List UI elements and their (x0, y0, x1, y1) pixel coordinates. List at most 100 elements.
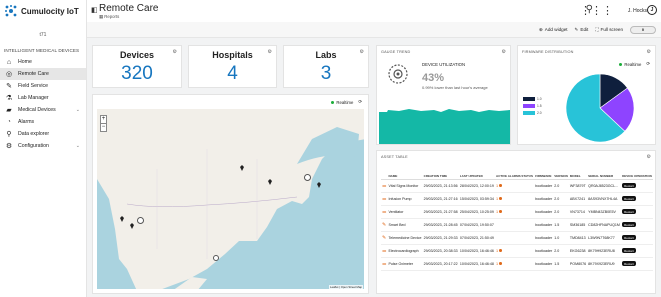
gear-icon[interactable]: ⚙ (647, 49, 651, 55)
widget-title: FIRMWARE DISTRIBUTION (522, 50, 574, 54)
col-firmware[interactable]: FIRMWARE (534, 163, 554, 180)
cell-model: ABX7241 (568, 192, 588, 206)
table-row[interactable]: ⚌ Infusion Pump 29/03/2023, 21:27:16 15/04/… (381, 192, 653, 206)
cell-name[interactable]: Electrocardiograph (387, 244, 423, 258)
zoom-out-button[interactable]: − (101, 124, 106, 131)
col-model[interactable]: MODEL (568, 163, 588, 180)
realtime-toggle[interactable]: Realtime ⟳ (619, 61, 650, 67)
sidebar-item-field-service[interactable]: ✎ Field Service (0, 80, 86, 92)
cell-firmware: bootloader (534, 244, 554, 258)
sidebar-item-medical-devices[interactable]: ▰ Medical Devices ⌄ (0, 104, 86, 116)
table-row[interactable]: ✎ Smart Bed 29/03/2023, 21:28:45 07/04/2023… (381, 218, 653, 232)
data-explorer-icon: ⚲ (6, 131, 12, 138)
col-alarms[interactable]: ACTIVE ALARMS STATUS (495, 163, 535, 180)
legend-item: 1.0 (523, 97, 542, 101)
map-pin-icon[interactable] (120, 216, 124, 222)
table-row[interactable]: ⚌ Pulse Oximeter 29/03/2023, 20:17:22 10/04… (381, 257, 653, 271)
col-serial[interactable]: SERIAL NUMBER (587, 163, 622, 180)
sidebar: Cumulocity IoT t71 INTELLIGENT MEDICAL D… (0, 0, 87, 297)
add-widget-label: Add widget (544, 27, 568, 32)
map-pin-icon[interactable] (240, 165, 244, 171)
restart-button[interactable]: Restart (622, 183, 636, 188)
sidebar-item-configuration[interactable]: ⚙ Configuration ⌄ (0, 140, 86, 152)
cell-name[interactable]: Vital Signs Monitor (387, 179, 423, 193)
full-screen-button[interactable]: ⛶ Full screen (595, 27, 623, 32)
stat-label: Labs (315, 50, 337, 60)
cell-version: 2.0 (553, 205, 569, 219)
breadcrumb-item[interactable]: Reports (104, 14, 119, 19)
map-cluster-icon[interactable] (304, 174, 311, 181)
map-pin-icon[interactable] (268, 179, 272, 185)
table-row[interactable]: ✎ Telemedicine Device 29/03/2023, 21:29:33… (381, 231, 653, 245)
cell-firmware: bootloader (534, 231, 554, 245)
table-row[interactable]: ⚌ Electrocardiograph 29/03/2023, 20:38:33 1… (381, 244, 653, 258)
map-cluster-icon[interactable] (213, 255, 219, 261)
add-widget-button[interactable]: ⊕ Add widget (539, 27, 568, 33)
gear-icon[interactable]: ⚙ (502, 49, 506, 55)
cell-operation: Restart (621, 231, 653, 245)
cell-name[interactable]: Pulse Oximeter (387, 257, 423, 271)
alarm-count: 1 (496, 183, 499, 188)
refresh-icon: ⟳ (358, 99, 362, 104)
map-canvas[interactable]: + − Leaflet | Open Street Map (97, 109, 364, 289)
user-name[interactable]: J. Hocks (628, 8, 647, 14)
cell-model: POM8076 (568, 257, 588, 271)
gear-icon[interactable]: ⚙ (360, 49, 364, 55)
sidebar-item-data-explorer[interactable]: ⚲ Data explorer (0, 128, 86, 140)
map-pin-icon[interactable] (130, 223, 134, 229)
map-attribution[interactable]: Leaflet | Open Street Map (329, 285, 363, 289)
cell-name[interactable]: Smart Bed (387, 218, 423, 232)
tenant-id: t71 (39, 32, 47, 38)
map-cluster-icon[interactable] (137, 217, 144, 224)
restart-button[interactable]: Restart (622, 261, 636, 266)
cell-created: 29/03/2023, 21:27:58 (422, 205, 459, 219)
map-land (97, 109, 364, 289)
sidebar-item-home[interactable]: ⌂ Home (0, 56, 86, 68)
col-updated[interactable]: LAST UPDATED (458, 163, 496, 180)
sidebar-item-label: Medical Devices (18, 107, 56, 113)
sidebar-item-alarms[interactable]: ◔ Alarms (0, 116, 86, 128)
zoom-in-button[interactable]: + (101, 116, 106, 124)
cell-serial: CD82HFNAPUQ1M (587, 218, 622, 232)
cell-name[interactable]: Ventilator (387, 205, 423, 219)
sidebar-item-label: Lab Manager (18, 95, 49, 101)
gear-icon[interactable]: ⚙ (647, 154, 651, 160)
restart-button[interactable]: Restart (622, 196, 636, 201)
alarm-count: 1 (496, 261, 499, 266)
sidebar-item-remote-care[interactable]: ◎ Remote Care (0, 68, 86, 80)
restart-button[interactable]: Restart (622, 222, 636, 227)
col-name[interactable]: NAME (387, 163, 423, 180)
edit-label: Edit (580, 27, 589, 32)
restart-button[interactable]: Restart (622, 209, 636, 214)
sidebar-item-label: Configuration (18, 143, 49, 149)
map-pin-icon[interactable] (317, 182, 321, 188)
gear-icon[interactable]: ⚙ (173, 49, 177, 55)
app-switcher-icon[interactable]: ⋮⋮⋮ (580, 4, 613, 17)
cell-name[interactable]: Telemedicine Device (387, 231, 423, 245)
cell-serial: 8K79X923ERU9 (587, 257, 622, 271)
dashboard-toggle[interactable]: 0 (630, 25, 656, 34)
legend-label: 2.0 (537, 111, 542, 115)
brand[interactable]: Cumulocity IoT (0, 0, 86, 22)
nav-menu: ⌂ Home ◎ Remote Care ✎ Field Service ⚗ Lab M… (0, 56, 86, 152)
cell-serial: 8AS93VNX7HL4A (587, 192, 622, 206)
globe-icon: ◎ (5, 71, 13, 78)
avatar[interactable]: J (647, 5, 657, 15)
stat-value: 3 (320, 63, 332, 84)
sidebar-item-lab-manager[interactable]: ⚗ Lab Manager (0, 92, 86, 104)
table-row[interactable]: ⚌ Ventilator 29/03/2023, 21:27:58 25/04/202… (381, 205, 653, 219)
col-version[interactable]: VERSION (553, 163, 569, 180)
edit-button[interactable]: ✎ Edit (575, 27, 589, 33)
legend-label: 1.5 (537, 104, 542, 108)
realtime-toggle[interactable]: Realtime ⟳ (331, 99, 362, 105)
table-row[interactable]: ⚌ Vital Signs Monitor 29/03/2023, 21:13:56… (381, 179, 653, 193)
cell-name[interactable]: Infusion Pump (387, 192, 423, 206)
gear-icon[interactable]: ⚙ (268, 49, 272, 55)
restart-button[interactable]: Restart (622, 248, 636, 253)
top-bar: ◧ Remote Care ▦ Reports ⚲ ⋮⋮⋮ J. Hocks J (87, 0, 661, 22)
menu-toggle-icon[interactable]: ◧ (91, 6, 98, 14)
restart-button[interactable]: Restart (622, 235, 636, 240)
col-created[interactable]: CREATION TIME (422, 163, 459, 180)
col-operation[interactable]: DEVICE OPERATION (621, 163, 653, 180)
realtime-label: Realtime (624, 61, 642, 67)
